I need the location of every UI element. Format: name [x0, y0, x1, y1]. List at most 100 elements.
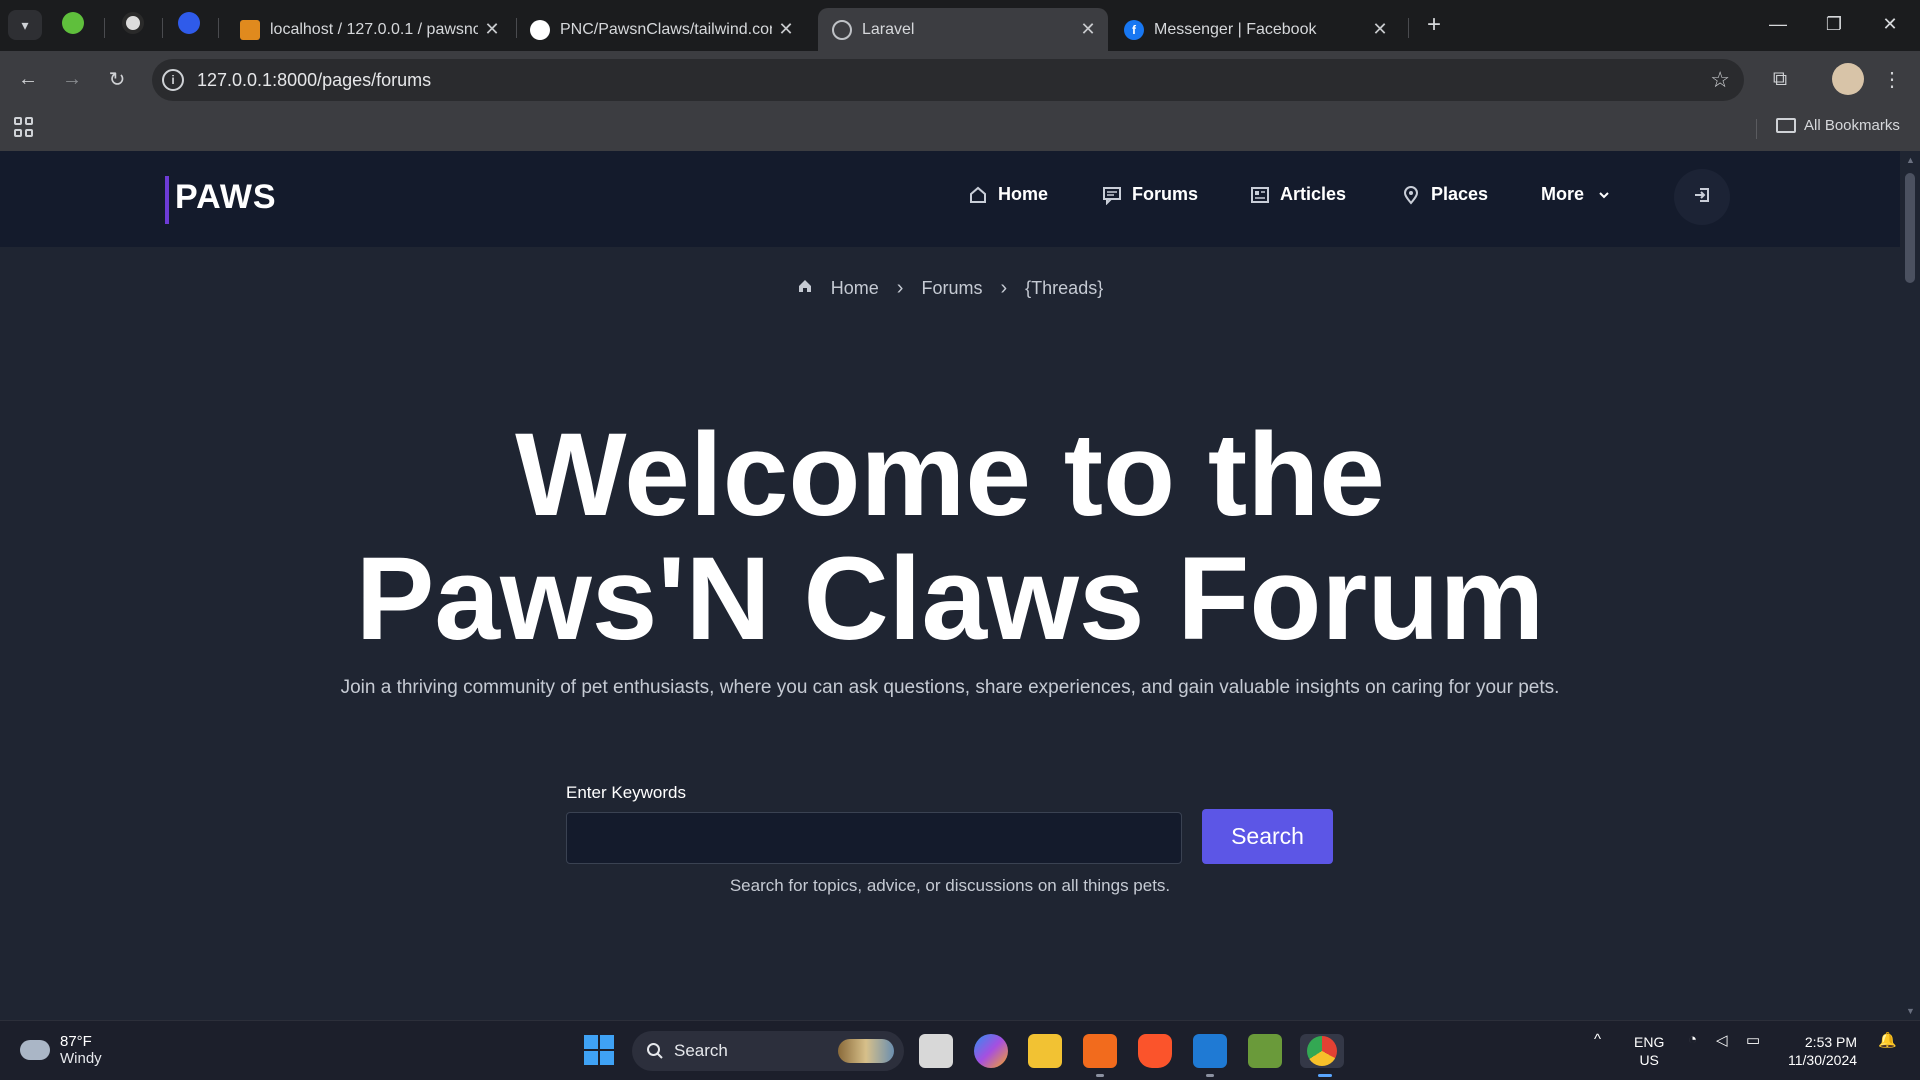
login-button[interactable]: [1674, 169, 1730, 225]
home-icon: [968, 185, 988, 205]
system-clock[interactable]: 2:53 PM 11/30/2024: [1788, 1033, 1857, 1069]
tab-search-button[interactable]: ▾: [8, 10, 42, 40]
minimize-icon[interactable]: —: [1758, 8, 1798, 40]
reload-icon[interactable]: ↻: [101, 63, 133, 95]
wind-cloud-icon: [20, 1040, 50, 1060]
more-menu-icon[interactable]: ⋮: [1876, 63, 1908, 95]
pinned-tab-icon[interactable]: [62, 12, 84, 34]
scrollbar-thumb[interactable]: [1905, 173, 1915, 283]
browser-toolbar: ← → ↻ i 127.0.0.1:8000/pages/forums ☆ ⧉ …: [0, 51, 1920, 107]
close-tab-icon[interactable]: ✕: [1366, 19, 1394, 40]
tab-laravel[interactable]: Laravel ✕: [818, 8, 1108, 51]
active-indicator: [1318, 1074, 1332, 1077]
site-logo[interactable]: PAWS: [175, 178, 277, 217]
chevron-down-icon: [1594, 185, 1614, 205]
page-title: Welcome to the Paws'N Claws Forum: [0, 413, 1900, 661]
nav-places[interactable]: Places: [1401, 184, 1488, 205]
close-tab-icon[interactable]: ✕: [772, 19, 800, 40]
breadcrumb-chevron-icon: ›: [1000, 277, 1008, 299]
globe-icon: [832, 19, 852, 40]
restore-icon[interactable]: ❐: [1814, 8, 1854, 40]
chrome-icon[interactable]: [1300, 1034, 1344, 1068]
close-tab-icon[interactable]: ✕: [478, 19, 506, 40]
back-arrow-icon[interactable]: ←: [12, 63, 44, 95]
language-indicator[interactable]: ENG US: [1634, 1033, 1664, 1069]
nav-home[interactable]: Home: [968, 184, 1048, 205]
site-navbar: PAWS Home Forums Articles Places More: [0, 151, 1900, 247]
newspaper-icon: [1250, 185, 1270, 205]
volume-icon[interactable]: ◁: [1716, 1031, 1728, 1049]
tab-messenger[interactable]: f Messenger | Facebook ✕: [1110, 8, 1400, 51]
tab-separator: [218, 18, 219, 38]
site-info-icon[interactable]: i: [162, 69, 184, 91]
nav-forums-label: Forums: [1132, 184, 1199, 204]
tray-overflow-icon[interactable]: ^: [1594, 1031, 1601, 1048]
vscode-icon[interactable]: [1193, 1034, 1227, 1068]
task-view-icon[interactable]: [919, 1034, 953, 1068]
notification-bell-icon[interactable]: 🔔: [1878, 1031, 1897, 1049]
breadcrumb-home[interactable]: Home: [831, 278, 879, 299]
map-pin-icon: [1401, 185, 1421, 205]
scroll-down-icon[interactable]: ▼: [1906, 1006, 1915, 1016]
tab-separator: [162, 18, 163, 38]
page-scrollbar[interactable]: ▲ ▼: [1900, 151, 1920, 1020]
running-indicator: [1206, 1074, 1214, 1077]
all-bookmarks-label: All Bookmarks: [1804, 117, 1900, 134]
close-tab-icon[interactable]: ✕: [1074, 19, 1102, 40]
page-title-line-1: Welcome to the: [515, 409, 1385, 541]
pinned-tab-icon[interactable]: [178, 12, 200, 34]
nav-forums[interactable]: Forums: [1102, 184, 1198, 205]
clock-time: 2:53 PM: [1804, 1034, 1858, 1050]
breadcrumb-chevron-icon: ›: [896, 277, 904, 299]
breadcrumb: Home › Forums › {Threads}: [0, 277, 1900, 300]
minecraft-icon[interactable]: [1248, 1034, 1282, 1068]
close-window-icon[interactable]: ✕: [1870, 8, 1910, 40]
search-highlight-image: [838, 1039, 894, 1063]
bookmarks-bar: All Bookmarks: [0, 107, 1920, 151]
extensions-icon[interactable]: ⧉: [1764, 63, 1796, 95]
file-explorer-icon[interactable]: [1028, 1034, 1062, 1068]
breadcrumb-forums[interactable]: Forums: [921, 278, 982, 299]
language-line-1: ENG: [1634, 1034, 1665, 1050]
weather-widget[interactable]: 87°F Windy: [20, 1033, 102, 1067]
facebook-icon: f: [1124, 19, 1144, 40]
nav-home-label: Home: [998, 184, 1049, 204]
pinned-tab-icon[interactable]: [122, 12, 144, 34]
nav-more[interactable]: More: [1541, 184, 1614, 205]
tab-phpmyadmin[interactable]: localhost / 127.0.0.1 / pawsncla ✕: [226, 8, 512, 51]
folder-icon: [1776, 118, 1796, 133]
profile-avatar[interactable]: [1832, 63, 1864, 95]
nav-articles[interactable]: Articles: [1250, 184, 1346, 205]
scroll-up-icon[interactable]: ▲: [1906, 155, 1915, 165]
apps-grid-icon[interactable]: [14, 117, 34, 137]
address-bar[interactable]: i 127.0.0.1:8000/pages/forums ☆: [152, 59, 1744, 101]
breadcrumb-current: {Threads}: [1025, 278, 1104, 298]
browser-tab-strip: ▾ localhost / 127.0.0.1 / pawsncla ✕ PNC…: [0, 0, 1920, 51]
language-line-2: US: [1639, 1052, 1659, 1068]
weather-temp: 87°F: [60, 1033, 92, 1050]
bookmark-star-icon[interactable]: ☆: [1710, 67, 1730, 93]
clock-date: 11/30/2024: [1788, 1052, 1858, 1068]
tab-github[interactable]: PNC/PawsnClaws/tailwind.confi ✕: [516, 8, 806, 51]
battery-icon[interactable]: ▭: [1746, 1031, 1760, 1049]
tab-separator: [104, 18, 105, 38]
login-icon: [1692, 185, 1712, 210]
search-button[interactable]: Search: [1202, 809, 1333, 864]
copilot-icon[interactable]: [974, 1034, 1008, 1068]
breadcrumb-home-icon[interactable]: [797, 278, 813, 299]
wifi-icon[interactable]: ◔: [1688, 1031, 1697, 1048]
windows-start-icon[interactable]: [584, 1035, 614, 1065]
new-tab-button[interactable]: +: [1418, 10, 1450, 40]
forward-arrow-icon[interactable]: →: [56, 63, 88, 95]
xampp-icon[interactable]: [1083, 1034, 1117, 1068]
keywords-input[interactable]: [566, 812, 1182, 864]
brave-browser-icon[interactable]: [1138, 1034, 1172, 1068]
taskbar-search-label: Search: [674, 1041, 728, 1060]
search-icon: [647, 1043, 663, 1059]
weather-desc: Windy: [60, 1050, 102, 1067]
github-icon: [530, 19, 550, 40]
tab-title: Laravel: [862, 20, 915, 38]
bookmark-separator: [1756, 119, 1757, 139]
all-bookmarks-button[interactable]: All Bookmarks: [1776, 117, 1900, 134]
taskbar-search[interactable]: Search: [632, 1031, 904, 1071]
